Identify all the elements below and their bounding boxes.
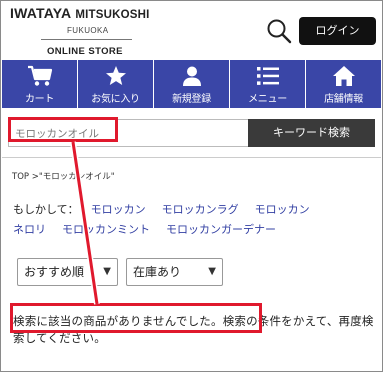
nav-store-info[interactable]: 店舗情報	[306, 60, 381, 108]
divider	[2, 157, 381, 158]
annotation-box-message	[10, 303, 262, 333]
nav-store-info-label: 店舗情報	[324, 94, 363, 105]
stock-select[interactable]: 在庫あり ▼	[126, 258, 223, 286]
site-logo[interactable]: IWATAYA MITSUKOSHI FUKUOKA ONLINE STORE	[10, 5, 160, 57]
nav-favorites-label: お気に入り	[91, 94, 140, 105]
logo-store: ONLINE STORE	[47, 46, 123, 57]
annotation-box-search	[8, 117, 118, 142]
nav-favorites[interactable]: お気に入り	[78, 60, 154, 108]
sort-select-value: おすすめ順	[24, 265, 85, 279]
nav-cart-label: カート	[24, 94, 55, 105]
login-button[interactable]: ログイン	[299, 17, 376, 45]
suggestion-link[interactable]: ネロリ	[13, 223, 46, 236]
nav-menu-label: メニュー	[248, 94, 287, 105]
suggestion-link[interactable]: モロッカンガーデナー	[166, 223, 276, 236]
logo-brand: IWATAYA MITSUKOSHI	[10, 5, 160, 23]
sort-select[interactable]: おすすめ順 ▼	[17, 258, 118, 286]
site-header: IWATAYA MITSUKOSHI FUKUOKA ONLINE STORE ロ…	[0, 0, 383, 60]
search-suggestions: もしかして： モロッカン モロッカンラグ モロッカンネロリ モロッカンミント モロッカンガ…	[13, 200, 375, 240]
cart-icon	[2, 65, 77, 87]
suggestion-link[interactable]: モロッカンラグ	[162, 203, 239, 216]
suggestion-label: もしかして：	[13, 203, 79, 216]
nav-menu[interactable]: メニュー	[230, 60, 306, 108]
nav-cart[interactable]: カート	[2, 60, 78, 108]
nav-register[interactable]: 新規登録	[154, 60, 230, 108]
breadcrumb[interactable]: TOP >"モロッカンオイル"	[12, 170, 115, 182]
suggestion-link[interactable]: モロッカン	[91, 203, 146, 216]
chevron-down-icon: ▼	[208, 266, 216, 277]
search-icon[interactable]	[266, 18, 292, 44]
main-nav: カート お気に入り 新規登録 メニュー 店舗情報	[2, 60, 381, 108]
logo-iwataya: IWATAYA	[10, 5, 72, 21]
chevron-down-icon: ▼	[103, 266, 111, 277]
suggestion-link[interactable]: モロッカン	[255, 203, 310, 216]
store-icon	[306, 65, 381, 87]
logo-mitsukoshi: MITSUKOSHI	[75, 9, 150, 21]
suggestion-link[interactable]: モロッカンミント	[62, 223, 150, 236]
list-menu-icon	[230, 65, 305, 87]
keyword-search-button[interactable]: キーワード検索	[248, 119, 375, 147]
stock-select-value: 在庫あり	[133, 265, 182, 279]
star-icon	[78, 65, 153, 87]
nav-register-label: 新規登録	[172, 94, 211, 105]
user-icon	[154, 65, 229, 87]
logo-city: FUKUOKA	[67, 26, 109, 35]
logo-divider	[41, 39, 132, 40]
